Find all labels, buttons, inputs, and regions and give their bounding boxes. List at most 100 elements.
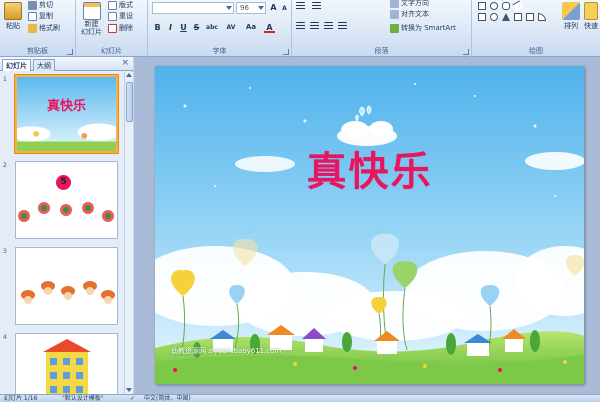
align-center-icon bbox=[310, 22, 319, 31]
thumbnail-number: 4 bbox=[3, 334, 7, 341]
font-name-combo[interactable] bbox=[152, 2, 234, 14]
font-group-label: 字体 bbox=[212, 47, 227, 55]
font-size-value: 96 bbox=[240, 4, 249, 12]
thumbnail-slide-2[interactable]: 5 bbox=[15, 161, 118, 239]
thumbnail-list: 1 真快乐 2 5 3 4 bbox=[0, 72, 124, 394]
slide-canvas[interactable]: 真快乐 幼教资源网 ziyuan.baby611.com bbox=[155, 66, 584, 384]
clipboard-launcher[interactable] bbox=[67, 49, 73, 55]
scroll-up-icon[interactable] bbox=[126, 73, 132, 77]
copy-label: 复制 bbox=[39, 12, 53, 20]
star-shape-icon bbox=[526, 13, 534, 21]
scroll-down-icon[interactable] bbox=[126, 388, 132, 392]
change-case-button[interactable]: Aa bbox=[244, 22, 258, 33]
status-bar: 幻灯片 1/16 "默认设计模板" ✓ 中文(简体，中国) bbox=[0, 394, 600, 402]
smartart-button[interactable]: 转换为 SmartArt bbox=[390, 23, 456, 33]
font-launcher[interactable] bbox=[283, 49, 289, 55]
arrange-label: 排列 bbox=[564, 22, 578, 30]
arrange-icon bbox=[562, 2, 580, 20]
thumbnail-slide-3[interactable] bbox=[15, 247, 118, 325]
reset-button[interactable]: 重设 bbox=[108, 11, 133, 21]
slides-group: 新建 幻灯片 版式 重设 删除 幻灯片 bbox=[76, 0, 148, 57]
italic-button[interactable]: I bbox=[165, 22, 176, 33]
shapes-gallery[interactable] bbox=[476, 0, 558, 36]
bold-button[interactable]: B bbox=[152, 22, 163, 33]
clipboard-group: 粘贴 剪切 复制 格式刷 剪贴板 bbox=[0, 0, 76, 57]
square-shape-icon bbox=[478, 13, 486, 21]
thumbnail-scrollbar[interactable] bbox=[124, 72, 133, 394]
delete-icon bbox=[108, 23, 117, 33]
bullets-icon bbox=[296, 2, 305, 11]
triangle-shape-icon bbox=[502, 13, 510, 21]
align-text-button[interactable]: 对齐文本 bbox=[390, 9, 429, 19]
chevron-down-icon bbox=[258, 6, 264, 10]
format-painter-icon bbox=[28, 23, 37, 33]
align-right-button[interactable] bbox=[324, 22, 333, 31]
tab-slides[interactable]: 幻灯片 bbox=[2, 59, 31, 71]
align-left-icon bbox=[296, 22, 305, 31]
copy-button[interactable]: 复制 bbox=[28, 11, 53, 21]
bullets-button[interactable] bbox=[296, 2, 305, 11]
text-direction-icon bbox=[390, 0, 399, 8]
delete-button[interactable]: 删除 bbox=[108, 23, 133, 33]
theme-name: "默认设计模板" bbox=[62, 395, 104, 402]
format-painter-button[interactable]: 格式刷 bbox=[28, 23, 60, 33]
paragraph-group-label: 段落 bbox=[374, 47, 389, 55]
justify-button[interactable] bbox=[338, 22, 347, 31]
tab-outline[interactable]: 大纲 bbox=[33, 59, 55, 71]
align-right-icon bbox=[324, 22, 333, 31]
new-slide-icon bbox=[82, 2, 101, 20]
rounded-rect-shape-icon bbox=[502, 2, 510, 10]
language[interactable]: 中文(简体，中国) bbox=[144, 395, 191, 402]
align-center-button[interactable] bbox=[310, 22, 319, 31]
thumbnail-number: 2 bbox=[3, 162, 7, 169]
thumbnail-3-art bbox=[21, 281, 115, 304]
reset-label: 重设 bbox=[119, 12, 133, 20]
font-color-button[interactable]: A bbox=[264, 22, 275, 33]
close-icon[interactable]: × bbox=[121, 58, 129, 68]
grow-font-button[interactable]: A bbox=[268, 2, 279, 13]
oval-shape-icon bbox=[490, 2, 498, 10]
thumbnail-4-art bbox=[43, 339, 91, 394]
reset-icon bbox=[108, 11, 117, 21]
arrange-button[interactable]: 排列 bbox=[562, 2, 580, 31]
drawing-group: 排列 快速 绘图 bbox=[472, 0, 600, 57]
drawing-group-label: 绘图 bbox=[529, 47, 543, 55]
quick-styles-button[interactable]: 快速 bbox=[584, 2, 598, 31]
numbering-icon bbox=[312, 2, 321, 11]
thumbnail-slide-1[interactable]: 真快乐 bbox=[15, 75, 118, 153]
new-slide-button[interactable]: 新建 幻灯片 bbox=[81, 2, 102, 36]
clipboard-group-label: 剪贴板 bbox=[27, 47, 48, 55]
text-direction-button[interactable]: 文字方向 bbox=[390, 0, 429, 8]
arrow-shape-icon bbox=[514, 13, 522, 21]
quick-styles-icon bbox=[584, 2, 598, 20]
check-icon: ✓ bbox=[130, 395, 136, 402]
numbering-button[interactable] bbox=[312, 2, 321, 11]
thumbnail-number: 1 bbox=[3, 76, 7, 83]
thumbnail-2-art bbox=[18, 202, 114, 222]
paragraph-group: 文字方向 对齐文本 转换为 SmartArt 段落 bbox=[292, 0, 472, 57]
shrink-font-button[interactable]: A bbox=[279, 3, 290, 14]
paste-button[interactable]: 粘贴 bbox=[4, 2, 22, 31]
slide-watermark: 幼教资源网 ziyuan.baby611.com bbox=[171, 347, 282, 355]
thumbnail-number: 3 bbox=[3, 248, 7, 255]
strikethrough-button[interactable]: S bbox=[191, 22, 202, 33]
text-direction-label: 文字方向 bbox=[401, 0, 429, 7]
copy-icon bbox=[28, 11, 37, 21]
layout-button[interactable]: 版式 bbox=[108, 0, 133, 10]
font-group: 96 A A B I U S abc AV Aa A 字体 bbox=[148, 0, 292, 57]
cut-button[interactable]: 剪切 bbox=[28, 0, 53, 10]
align-left-button[interactable] bbox=[296, 22, 305, 31]
shadow-button[interactable]: abc bbox=[204, 22, 220, 33]
thumbnail-1-title: 真快乐 bbox=[46, 99, 86, 114]
paragraph-launcher[interactable] bbox=[463, 49, 469, 55]
underline-button[interactable]: U bbox=[178, 22, 189, 33]
slide-title[interactable]: 真快乐 bbox=[155, 139, 584, 197]
paste-label: 粘贴 bbox=[6, 22, 20, 30]
thumbnail-slide-4[interactable] bbox=[15, 333, 118, 394]
slide-editor: 真快乐 幼教资源网 ziyuan.baby611.com bbox=[134, 57, 600, 394]
smartart-icon bbox=[390, 23, 399, 33]
curve-shape-icon bbox=[538, 13, 546, 21]
scroll-thumb[interactable] bbox=[126, 82, 133, 122]
font-size-combo[interactable]: 96 bbox=[236, 2, 266, 14]
char-spacing-button[interactable]: AV bbox=[224, 22, 238, 33]
